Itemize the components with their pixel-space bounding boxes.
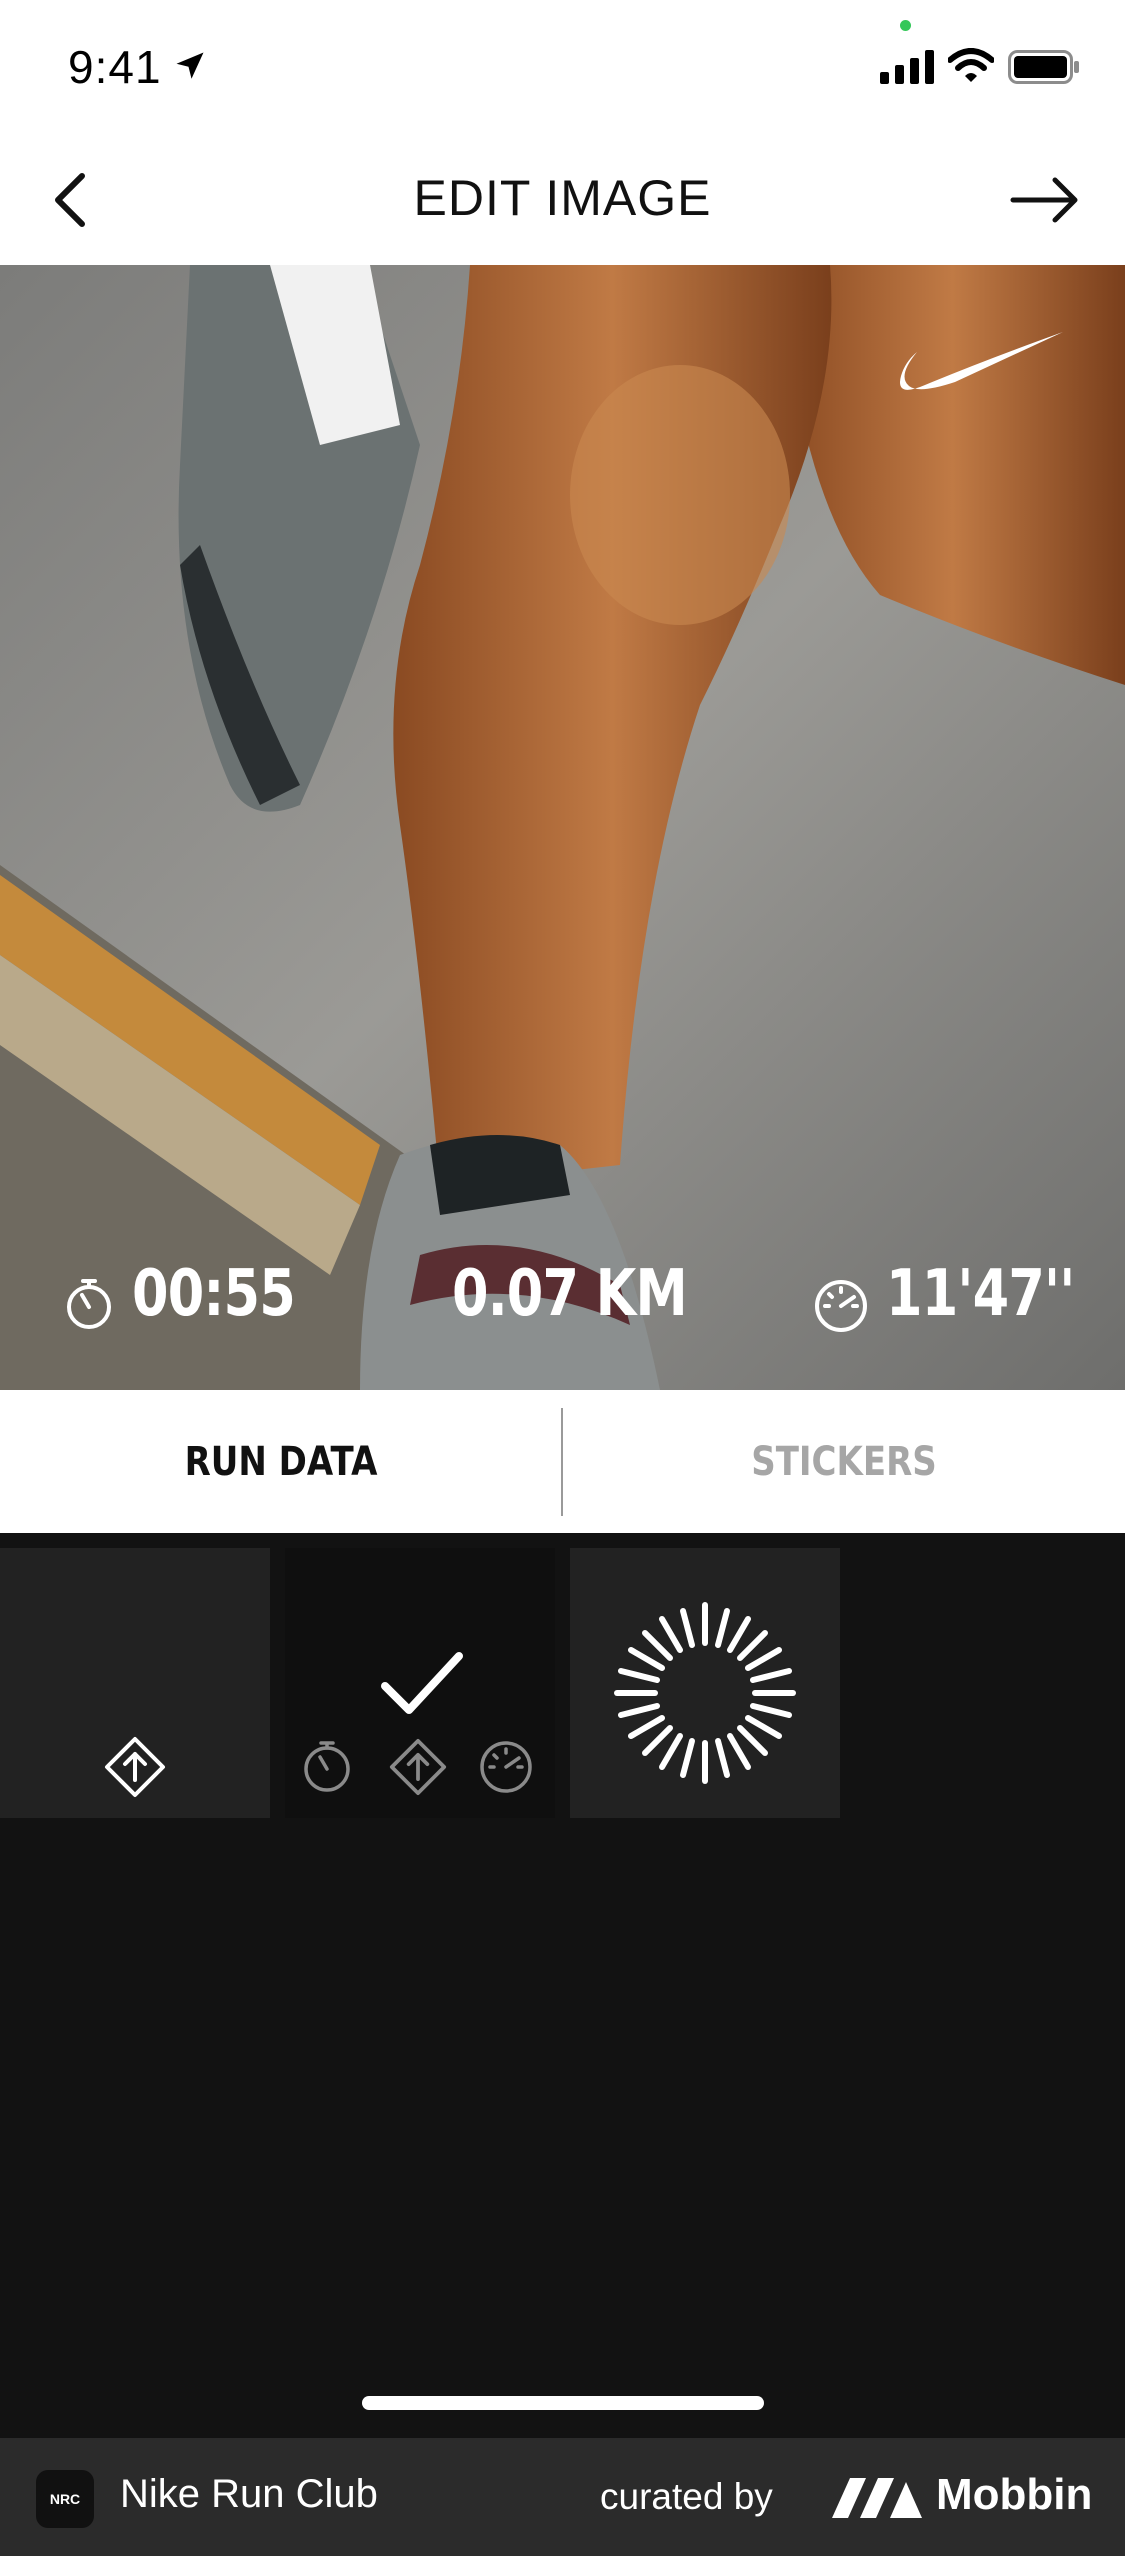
location-arrow-icon — [176, 52, 204, 79]
pace-gauge-icon — [815, 1280, 867, 1332]
starburst-icon — [614, 1602, 796, 1784]
cellular-signal-icon — [880, 50, 934, 84]
tab-stickers[interactable]: STICKERS — [605, 1390, 1083, 1533]
tab-divider — [561, 1408, 563, 1516]
mobbin-brand: Mobbin — [936, 2470, 1093, 2519]
pace-gauge-icon — [480, 1741, 532, 1793]
privacy-indicator-dot — [900, 20, 911, 31]
photo-preview[interactable]: 00:55 0.07 KM 11'47'' — [0, 265, 1125, 1390]
distance-stat: 0.07 KM — [452, 1257, 688, 1331]
template-tile-distance[interactable] — [0, 1548, 270, 1818]
status-bar: 9:41 — [0, 0, 1125, 135]
route-diamond-icon — [105, 1737, 165, 1797]
battery-icon — [1008, 50, 1079, 84]
checkmark-icon — [381, 1652, 463, 1714]
pace-stat: 11'47'' — [886, 1257, 1075, 1331]
navigation-bar: EDIT IMAGE — [0, 135, 1125, 265]
mobbin-logo-icon — [832, 2478, 922, 2518]
route-diamond-icon — [389, 1738, 447, 1796]
nike-swoosh-logo — [900, 332, 1063, 390]
stopwatch-icon — [304, 1741, 350, 1792]
page-title: EDIT IMAGE — [413, 170, 712, 226]
nrc-app-icon: NRC — [36, 2470, 94, 2528]
tab-run-data[interactable]: RUN DATA — [42, 1390, 520, 1533]
arrow-right-icon — [1010, 177, 1078, 223]
template-tile-burst[interactable] — [570, 1548, 840, 1818]
runner-photo — [0, 265, 1125, 1390]
wifi-icon — [948, 48, 994, 82]
stopwatch-icon — [67, 1279, 111, 1329]
status-time: 9:41 — [68, 41, 162, 93]
app-name: Nike Run Club — [120, 2472, 378, 2516]
curated-by-label: curated by — [600, 2476, 773, 2517]
home-indicator — [362, 2396, 764, 2410]
editor-tabs: RUN DATA STICKERS — [0, 1390, 1125, 1533]
next-button[interactable] — [995, 160, 1095, 240]
attribution-footer: NRC Nike Run Club curated by Mobbin — [0, 2438, 1125, 2556]
duration-stat: 00:55 — [132, 1257, 296, 1331]
template-tile-all-stats-selected[interactable] — [285, 1548, 555, 1818]
